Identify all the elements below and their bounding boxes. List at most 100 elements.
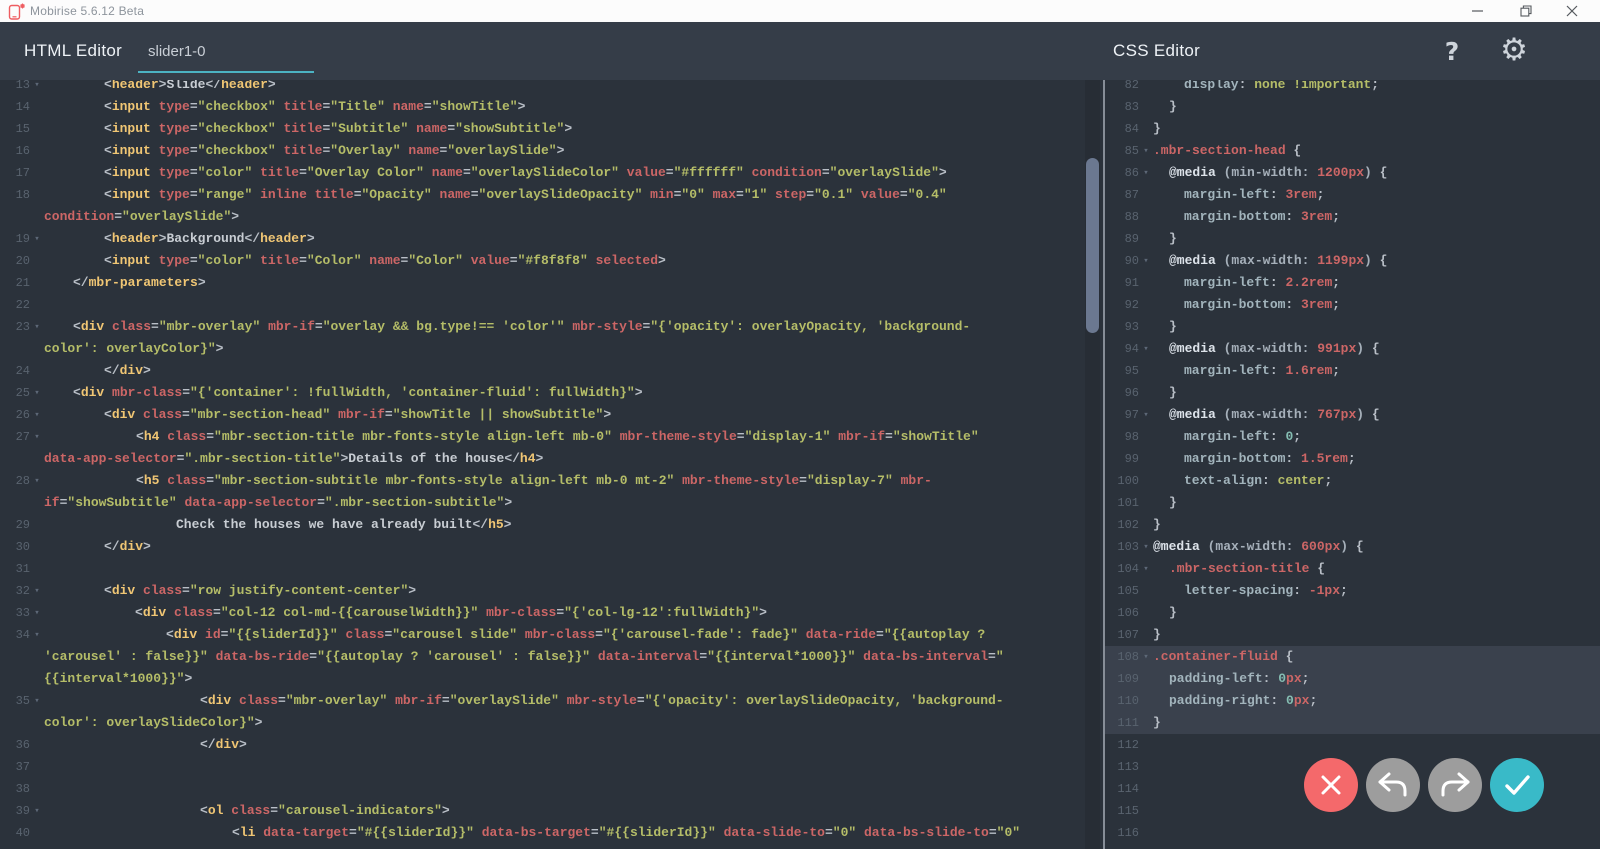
- undo-button[interactable]: [1366, 758, 1420, 812]
- fold-toggle-icon[interactable]: ▾: [1139, 250, 1153, 272]
- css-code-editor[interactable]: 82display: none !important;83}84}85▾.mbr…: [1105, 80, 1600, 849]
- fold-toggle-icon[interactable]: ▾: [30, 80, 44, 96]
- code-line[interactable]: 15<input type="checkbox" title="Subtitle…: [0, 118, 1103, 140]
- code-line[interactable]: color': overlaySlideColor}">: [0, 712, 1103, 734]
- code-line[interactable]: 17<input type="color" title="Overlay Col…: [0, 162, 1103, 184]
- fold-toggle-icon[interactable]: ▾: [1139, 646, 1153, 668]
- code-line[interactable]: 98margin-left: 0;: [1105, 426, 1600, 448]
- code-line[interactable]: data-app-selector=".mbr-section-title">D…: [0, 448, 1103, 470]
- code-line[interactable]: 39▾<ol class="carousel-indicators">: [0, 800, 1103, 822]
- fold-toggle-icon[interactable]: ▾: [1139, 404, 1153, 426]
- code-line[interactable]: 82display: none !important;: [1105, 80, 1600, 96]
- code-line[interactable]: 26▾<div class="mbr-section-head" mbr-if=…: [0, 404, 1103, 426]
- code-line[interactable]: 22: [0, 294, 1103, 316]
- code-line[interactable]: 106}: [1105, 602, 1600, 624]
- code-line[interactable]: 31: [0, 558, 1103, 580]
- code-line[interactable]: 99margin-bottom: 1.5rem;: [1105, 448, 1600, 470]
- scrollbar-thumb[interactable]: [1086, 158, 1099, 333]
- code-line[interactable]: 34▾<div id="{{sliderId}}" class="carouse…: [0, 624, 1103, 646]
- code-line[interactable]: 16<input type="checkbox" title="Overlay"…: [0, 140, 1103, 162]
- code-line[interactable]: 32▾<div class="row justify-content-cente…: [0, 580, 1103, 602]
- redo-button[interactable]: [1428, 758, 1482, 812]
- code-line[interactable]: 94▾@media (max-width: 991px) {: [1105, 338, 1600, 360]
- fold-toggle-icon[interactable]: ▾: [30, 404, 44, 426]
- code-line[interactable]: 116: [1105, 822, 1600, 844]
- fold-toggle-icon[interactable]: ▾: [1139, 162, 1153, 184]
- code-line[interactable]: 18<input type="range" inline title="Opac…: [0, 184, 1103, 206]
- code-line[interactable]: 23▾<div class="mbr-overlay" mbr-if="over…: [0, 316, 1103, 338]
- fold-toggle-icon[interactable]: ▾: [30, 426, 44, 448]
- code-line[interactable]: 19▾<header>Background</header>: [0, 228, 1103, 250]
- code-line[interactable]: 29Check the houses we have already built…: [0, 514, 1103, 536]
- code-line[interactable]: condition="overlaySlide">: [0, 206, 1103, 228]
- code-line[interactable]: 33▾<div class="col-12 col-md-{{carouselW…: [0, 602, 1103, 624]
- code-line[interactable]: 14<input type="checkbox" title="Title" n…: [0, 96, 1103, 118]
- code-line[interactable]: 83}: [1105, 96, 1600, 118]
- code-line[interactable]: 90▾@media (max-width: 1199px) {: [1105, 250, 1600, 272]
- help-icon[interactable]: ?: [1437, 37, 1467, 66]
- code-line[interactable]: 25▾<div mbr-class="{'container': !fullWi…: [0, 382, 1103, 404]
- confirm-button[interactable]: [1490, 758, 1544, 812]
- code-line[interactable]: 87margin-left: 3rem;: [1105, 184, 1600, 206]
- code-line[interactable]: 21</mbr-parameters>: [0, 272, 1103, 294]
- code-line[interactable]: 93}: [1105, 316, 1600, 338]
- settings-gear-icon[interactable]: ⚙: [1496, 32, 1532, 68]
- cancel-button[interactable]: [1304, 758, 1358, 812]
- html-code-editor[interactable]: 13▾<header>Slide</header>14<input type="…: [0, 80, 1103, 849]
- code-line[interactable]: 24</div>: [0, 360, 1103, 382]
- fold-toggle-icon[interactable]: ▾: [30, 382, 44, 404]
- code-line[interactable]: 111}: [1105, 712, 1600, 734]
- fold-toggle-icon[interactable]: ▾: [30, 316, 44, 338]
- html-editor-scrollbar[interactable]: [1085, 80, 1100, 849]
- code-line[interactable]: 110padding-right: 0px;: [1105, 690, 1600, 712]
- code-line[interactable]: 95margin-left: 1.6rem;: [1105, 360, 1600, 382]
- code-line[interactable]: {{interval*1000}}">: [0, 668, 1103, 690]
- code-line[interactable]: 28▾<h5 class="mbr-section-subtitle mbr-f…: [0, 470, 1103, 492]
- fold-toggle-icon[interactable]: ▾: [30, 602, 44, 624]
- code-line[interactable]: 30</div>: [0, 536, 1103, 558]
- code-line[interactable]: 20<input type="color" title="Color" name…: [0, 250, 1103, 272]
- fold-toggle-icon[interactable]: ▾: [30, 228, 44, 250]
- code-line[interactable]: 36</div>: [0, 734, 1103, 756]
- code-line[interactable]: 88margin-bottom: 3rem;: [1105, 206, 1600, 228]
- code-line[interactable]: 91margin-left: 2.2rem;: [1105, 272, 1600, 294]
- fold-toggle-icon[interactable]: ▾: [1139, 558, 1153, 580]
- code-line[interactable]: 40<li data-target="#{{sliderId}}" data-b…: [0, 822, 1103, 844]
- code-line[interactable]: 27▾<h4 class="mbr-section-title mbr-font…: [0, 426, 1103, 448]
- code-line[interactable]: 89}: [1105, 228, 1600, 250]
- fold-toggle-icon[interactable]: ▾: [1139, 536, 1153, 558]
- code-line[interactable]: color': overlayColor}">: [0, 338, 1103, 360]
- code-line[interactable]: 85▾.mbr-section-head {: [1105, 140, 1600, 162]
- code-line[interactable]: 105letter-spacing: -1px;: [1105, 580, 1600, 602]
- fold-toggle-icon[interactable]: ▾: [30, 624, 44, 646]
- code-line[interactable]: 103▾@media (max-width: 600px) {: [1105, 536, 1600, 558]
- code-line[interactable]: 86▾@media (min-width: 1200px) {: [1105, 162, 1600, 184]
- code-line[interactable]: 37: [0, 756, 1103, 778]
- code-line[interactable]: 108▾.container-fluid {: [1105, 646, 1600, 668]
- code-line[interactable]: 38: [0, 778, 1103, 800]
- code-line[interactable]: 96}: [1105, 382, 1600, 404]
- code-line[interactable]: 104▾.mbr-section-title {: [1105, 558, 1600, 580]
- fold-toggle-icon[interactable]: ▾: [30, 800, 44, 822]
- fold-toggle-icon[interactable]: ▾: [1139, 140, 1153, 162]
- restore-button[interactable]: [1504, 0, 1548, 22]
- code-line[interactable]: 97▾@media (max-width: 767px) {: [1105, 404, 1600, 426]
- code-line[interactable]: 107}: [1105, 624, 1600, 646]
- code-line[interactable]: 35▾<div class="mbr-overlay" mbr-if="over…: [0, 690, 1103, 712]
- code-line[interactable]: 109padding-left: 0px;: [1105, 668, 1600, 690]
- close-button[interactable]: [1550, 0, 1594, 22]
- code-line[interactable]: 102}: [1105, 514, 1600, 536]
- code-line[interactable]: 13▾<header>Slide</header>: [0, 80, 1103, 96]
- fold-toggle-icon[interactable]: ▾: [30, 470, 44, 492]
- fold-toggle-icon[interactable]: ▾: [30, 690, 44, 712]
- fold-toggle-icon[interactable]: ▾: [30, 580, 44, 602]
- code-line[interactable]: 101}: [1105, 492, 1600, 514]
- code-line[interactable]: 100text-align: center;: [1105, 470, 1600, 492]
- tab-slider1-0[interactable]: slider1-0: [138, 22, 314, 80]
- code-line[interactable]: 112: [1105, 734, 1600, 756]
- fold-toggle-icon[interactable]: ▾: [1139, 338, 1153, 360]
- minimize-button[interactable]: [1456, 0, 1500, 22]
- code-line[interactable]: 'carousel' : false}}" data-bs-ride="{{au…: [0, 646, 1103, 668]
- code-line[interactable]: 84}: [1105, 118, 1600, 140]
- code-line[interactable]: if="showSubtitle" data-app-selector=".mb…: [0, 492, 1103, 514]
